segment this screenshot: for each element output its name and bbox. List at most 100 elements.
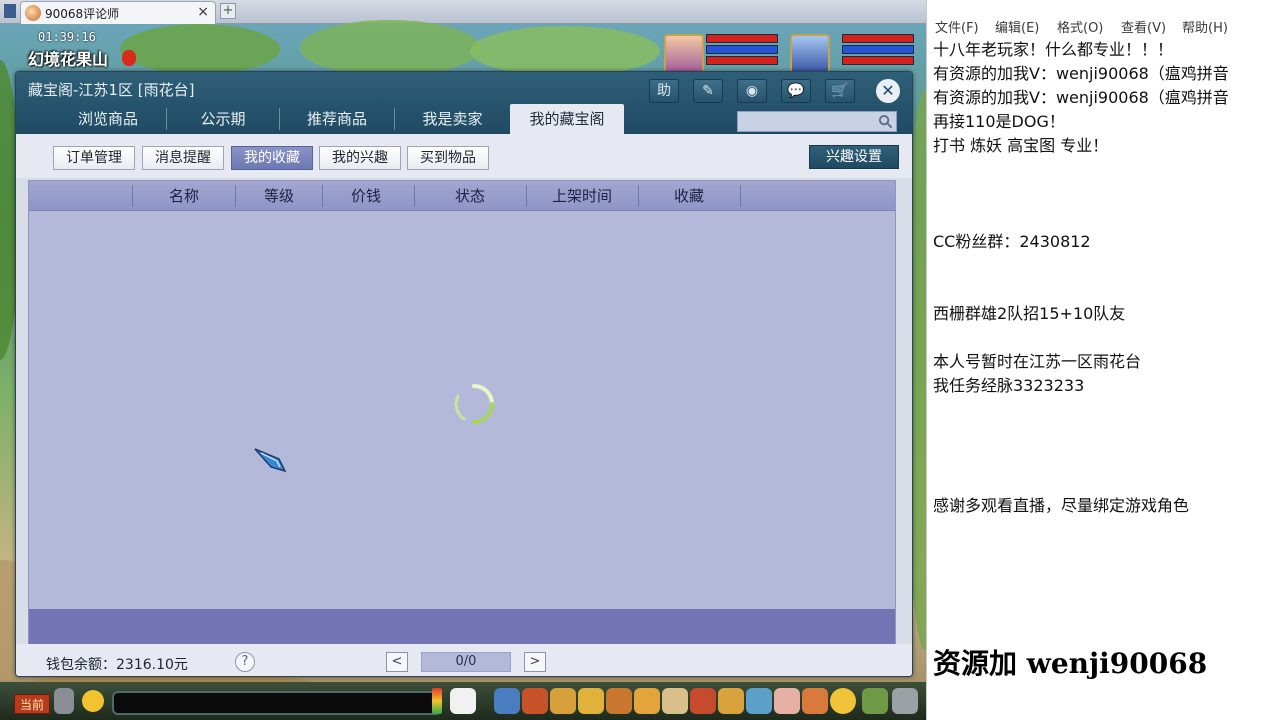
text-line [933,326,1279,350]
notepad-menubar: 文件(F) 编辑(E) 格式(O) 查看(V) 帮助(H) [927,14,1280,36]
record-button[interactable]: ◉ [737,79,767,103]
interest-settings-button[interactable]: 兴趣设置 [809,145,899,169]
menu-icon[interactable] [4,4,16,18]
tab-seller[interactable]: 我是卖家 [395,104,510,134]
mp-bar [706,45,778,54]
favorites-table: 名称 等级 价钱 状态 上架时间 收藏 [28,180,896,644]
mood-icon[interactable] [830,688,856,714]
chat-color-icon[interactable] [432,688,442,714]
tab-my-pavilion[interactable]: 我的藏宝阁 [510,104,624,134]
give-icon[interactable] [550,688,576,714]
item-bag-icon[interactable] [522,688,548,714]
microphone-icon[interactable] [54,688,74,714]
game-window: 90068评论师 × + 01:39:16 幻境花果山 藏宝阁-江苏1区 [雨花… [0,0,926,720]
tab-announcement[interactable]: 公示期 [167,104,279,134]
attack-icon[interactable] [494,688,520,714]
player-status-bars [706,34,778,67]
search-input[interactable] [737,111,897,132]
my-interests-button[interactable]: 我的兴趣 [319,146,401,170]
contact-banner: 资源加 wenji90068 [933,647,1208,680]
mall-icon[interactable] [802,688,828,714]
menu-edit[interactable]: 编辑(E) [995,17,1039,36]
search-icon[interactable] [878,114,893,129]
chat-input[interactable] [112,691,442,715]
scenery-leaf [470,26,660,76]
text-line: 有资源的加我V：wenji90068（瘟鸡拼音 [933,64,1229,83]
text-line: 感谢多观看直播，尽量绑定游戏角色 [933,496,1190,515]
help-button[interactable]: 助 [649,79,679,103]
activity-icon[interactable] [774,688,800,714]
column-separator [740,185,741,207]
text-line: 十八年老玩家！什么都专业！！！ [933,40,1174,59]
next-page-button[interactable]: > [524,652,546,672]
team-icon[interactable] [606,688,632,714]
close-button[interactable]: ✕ [876,79,900,103]
pet-mp-bar [842,45,914,54]
skill-icon[interactable] [718,688,744,714]
menu-format[interactable]: 格式(O) [1057,17,1103,36]
dialog-footer: 钱包余额：2316.10元 ? < 0/0 > [16,644,912,676]
message-button[interactable]: 💬 [781,79,811,103]
browser-titlebar: 90068评论师 × + [0,0,926,24]
table-footer [29,609,895,644]
text-line: 我任务经脉3323233 [933,376,1085,395]
pet-exp-bar [842,56,914,65]
tab-favicon-icon [25,5,41,21]
lantern-icon[interactable] [122,50,136,66]
scenery-leaf [300,20,480,76]
pet-shortcut-icon[interactable] [450,688,476,714]
tab-browse[interactable]: 浏览商品 [50,104,166,134]
pet-icon[interactable] [634,688,660,714]
column-level[interactable]: 等级 [236,181,322,211]
wallet-balance: 钱包余额：2316.10元 [46,657,188,673]
player-avatar[interactable] [664,34,704,74]
gang-icon[interactable] [690,688,716,714]
column-favorite[interactable]: 收藏 [639,181,739,211]
column-price[interactable]: 价钱 [323,181,409,211]
text-line: 再接110是DOG！ [933,112,1065,131]
chat-channel-button[interactable]: 当前 [14,694,50,714]
treasure-pavilion-dialog: 藏宝阁-江苏1区 [雨花台] 助 ✎ ◉ 💬 🛒 ✕ 浏览商品 公示期 推荐商品… [15,71,913,677]
dialog-header: 藏宝阁-江苏1区 [雨花台] 助 ✎ ◉ 💬 🛒 ✕ 浏览商品 公示期 推荐商品… [16,72,912,134]
tab-recommended[interactable]: 推荐商品 [280,104,394,134]
sp-bar [706,56,778,65]
screen: 90068评论师 × + 01:39:16 幻境花果山 藏宝阁-江苏1区 [雨花… [0,0,1280,720]
friend-icon[interactable] [746,688,772,714]
settings-icon[interactable] [892,688,918,714]
quest-icon[interactable] [662,688,688,714]
my-favorites-button[interactable]: 我的收藏 [231,146,313,170]
text-line: 有资源的加我V：wenji90068（瘟鸡拼音 [933,88,1229,107]
share-button[interactable]: ✎ [693,79,723,103]
menu-help[interactable]: 帮助(H) [1182,17,1228,36]
browser-tab[interactable]: 90068评论师 × [20,1,216,24]
help-icon[interactable]: ? [235,652,255,672]
scenery-leaf [120,24,280,74]
purchased-items-button[interactable]: 买到物品 [407,146,489,170]
column-status[interactable]: 状态 [415,181,525,211]
emoji-icon[interactable] [82,690,104,712]
message-reminder-button[interactable]: 消息提醒 [142,146,224,170]
order-management-button[interactable]: 订单管理 [53,146,135,170]
menu-view[interactable]: 查看(V) [1121,17,1166,36]
text-line [933,254,1279,278]
map-location: 幻境花果山 [28,50,109,69]
text-line [933,158,1279,182]
tab-close-icon[interactable]: × [197,4,209,20]
system-icon[interactable] [862,688,888,714]
trade-icon[interactable] [578,688,604,714]
prev-page-button[interactable]: < [386,652,408,672]
tab-title: 90068评论师 [45,7,120,21]
new-tab-button[interactable]: + [220,3,236,19]
text-line: CC粉丝群：2430812 [933,232,1091,251]
column-listing-time[interactable]: 上架时间 [527,181,637,211]
notepad-text-area[interactable]: 十八年老玩家！什么都专业！！！ 有资源的加我V：wenji90068（瘟鸡拼音 … [933,38,1279,518]
menu-file[interactable]: 文件(F) [935,17,979,36]
game-toolbar: 当前 [0,682,926,720]
text-line [933,182,1279,206]
page-indicator: 0/0 [421,652,511,672]
dialog-title: 藏宝阁-江苏1区 [雨花台] [28,81,195,99]
pet-avatar[interactable] [790,34,830,74]
cart-button[interactable]: 🛒 [825,79,855,103]
column-name[interactable]: 名称 [133,181,235,211]
sub-toolbar: 订单管理 消息提醒 我的收藏 我的兴趣 买到物品 兴趣设置 [16,134,912,178]
